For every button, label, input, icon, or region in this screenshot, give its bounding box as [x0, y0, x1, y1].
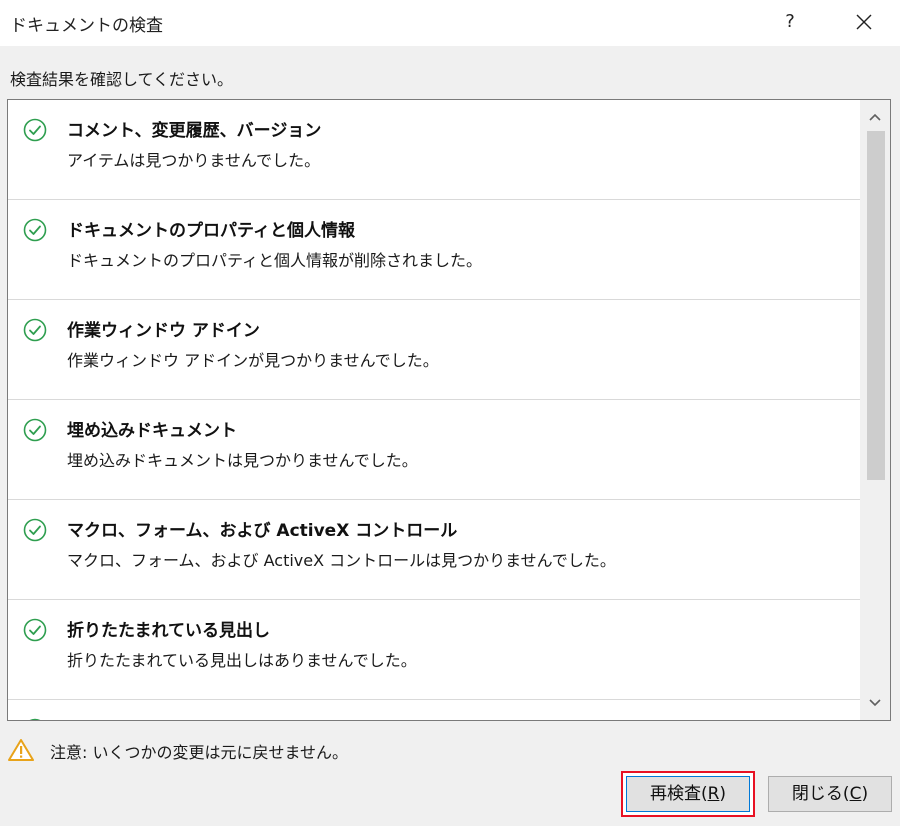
result-description: マクロ、フォーム、および ActiveX コントロールは見つかりませんでした。 — [67, 551, 616, 570]
result-item: 埋め込みドキュメント埋め込みドキュメントは見つかりませんでした。 — [8, 400, 861, 500]
close-label-prefix: 閉じる( — [791, 784, 850, 804]
scroll-up-button[interactable] — [860, 104, 890, 130]
reinspect-label-prefix: 再検査( — [649, 784, 708, 804]
result-item: ドキュメントのプロパティと個人情報ドキュメントのプロパティと個人情報が削除されま… — [8, 200, 861, 300]
check-circle-icon — [23, 418, 47, 442]
vertical-scrollbar[interactable] — [860, 100, 890, 720]
warning-text: 注意: いくつかの変更は元に戻せません。 — [50, 743, 348, 762]
check-circle-icon — [23, 718, 47, 720]
warning-icon — [8, 739, 34, 761]
result-item: マクロ、フォーム、および ActiveX コントロールマクロ、フォーム、および … — [8, 500, 861, 600]
result-item: 折りたたまれている見出し折りたたまれている見出しはありませんでした。 — [8, 600, 861, 700]
result-item: コメント、変更履歴、バージョン アイテムは見つかりませんでした。 — [8, 100, 861, 200]
check-circle-icon — [23, 218, 47, 242]
window-title: ドキュメントの検査 — [10, 16, 163, 36]
check-circle-icon — [23, 518, 47, 542]
result-item-partial — [8, 700, 861, 720]
result-description: ドキュメントのプロパティと個人情報が削除されました。 — [67, 251, 483, 270]
reinspect-accesskey: R — [707, 784, 720, 804]
title-bar: ドキュメントの検査 ? — [0, 0, 900, 46]
close-accesskey: C — [849, 784, 862, 804]
instruction-text: 検査結果を確認してください。 — [10, 70, 234, 89]
scroll-thumb[interactable] — [867, 131, 885, 480]
close-window-button[interactable] — [846, 6, 882, 38]
result-title: 折りたたまれている見出し — [67, 621, 270, 641]
result-description: 埋め込みドキュメントは見つかりませんでした。 — [67, 451, 418, 470]
result-description: 折りたたまれている見出しはありませんでした。 — [67, 651, 417, 670]
result-description: 作業ウィンドウ アドインが見つかりませんでした。 — [67, 351, 439, 370]
close-button[interactable]: 閉じる(C) — [768, 776, 892, 812]
result-title: コメント、変更履歴、バージョン — [67, 121, 322, 141]
check-circle-icon — [23, 618, 47, 642]
result-description: アイテムは見つかりませんでした。 — [67, 151, 321, 170]
results-list-inner: コメント、変更履歴、バージョン アイテムは見つかりませんでした。 ドキュメントのプロ… — [8, 100, 861, 720]
result-item: 作業ウィンドウ アドイン作業ウィンドウ アドインが見つかりませんでした。 — [8, 300, 861, 400]
check-circle-icon — [23, 118, 47, 142]
chevron-up-icon — [869, 113, 881, 121]
close-icon — [856, 14, 872, 30]
scroll-down-button[interactable] — [860, 690, 890, 716]
result-title: 埋め込みドキュメント — [67, 421, 237, 441]
result-title: ドキュメントのプロパティと個人情報 — [67, 221, 355, 241]
close-label-suffix: ) — [861, 784, 869, 804]
reinspect-button[interactable]: 再検査(R) — [626, 776, 750, 812]
check-circle-icon — [23, 318, 47, 342]
reinspect-label-suffix: ) — [719, 784, 727, 804]
result-title: 作業ウィンドウ アドイン — [67, 321, 260, 341]
results-list[interactable]: コメント、変更履歴、バージョン アイテムは見つかりませんでした。 ドキュメントのプロ… — [7, 99, 891, 721]
chevron-down-icon — [869, 699, 881, 707]
result-title: マクロ、フォーム、および ActiveX コントロール — [67, 521, 458, 541]
warning-row: 注意: いくつかの変更は元に戻せません。 — [8, 735, 608, 765]
help-button[interactable]: ? — [772, 6, 808, 38]
